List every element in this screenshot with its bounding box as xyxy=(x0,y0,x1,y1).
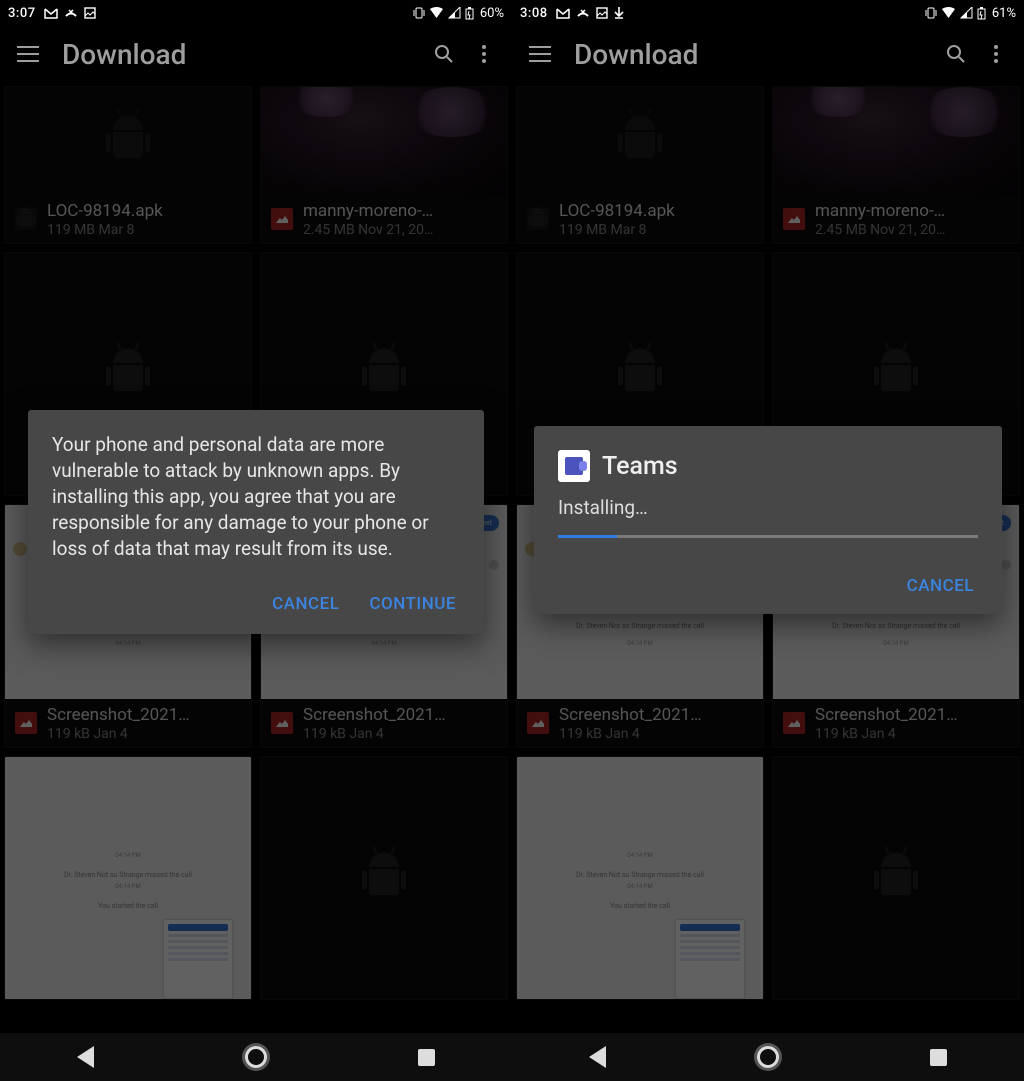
status-clock: 3:08 xyxy=(520,6,548,21)
nav-home-button[interactable] xyxy=(234,1035,278,1079)
page-title: Download xyxy=(62,38,424,71)
missed-call-icon xyxy=(576,8,590,19)
nav-recent-button[interactable] xyxy=(405,1035,449,1079)
missed-call-icon xyxy=(64,8,78,19)
install-warning-dialog: Your phone and personal data are more vu… xyxy=(28,410,484,634)
nav-recent-button[interactable] xyxy=(917,1035,961,1079)
hamburger-icon[interactable] xyxy=(520,34,560,74)
app-bar: Download xyxy=(512,26,1024,82)
battery-icon xyxy=(977,7,986,20)
signal-icon xyxy=(960,7,973,19)
image-notif-icon xyxy=(596,7,608,19)
status-bar: 3:07 60% xyxy=(0,0,512,26)
battery-percent: 60% xyxy=(480,6,504,21)
gmail-icon xyxy=(556,8,570,19)
nav-back-button[interactable] xyxy=(63,1035,107,1079)
image-notif-icon xyxy=(84,7,96,19)
status-bar: 3:08 61% xyxy=(512,0,1024,26)
phone-right: 3:08 61% Download LOC-98194.apk xyxy=(512,0,1024,1081)
nav-back-button[interactable] xyxy=(575,1035,619,1079)
cancel-button[interactable]: CANCEL xyxy=(268,586,343,622)
cancel-button[interactable]: CANCEL xyxy=(903,568,978,604)
app-bar: Download xyxy=(0,26,512,82)
page-title: Download xyxy=(574,38,936,71)
install-app-name: Teams xyxy=(602,452,678,481)
battery-icon xyxy=(465,7,474,20)
install-status: Installing… xyxy=(534,496,1002,519)
vibrate-icon xyxy=(925,7,937,19)
more-icon[interactable] xyxy=(464,34,504,74)
install-progress xyxy=(558,535,978,538)
wifi-icon xyxy=(429,7,444,19)
hamburger-icon[interactable] xyxy=(8,34,48,74)
more-icon[interactable] xyxy=(976,34,1016,74)
navigation-bar xyxy=(0,1033,512,1081)
search-icon[interactable] xyxy=(424,34,464,74)
vibrate-icon xyxy=(413,7,425,19)
continue-button[interactable]: CONTINUE xyxy=(365,586,460,622)
dialog-body: Your phone and personal data are more vu… xyxy=(52,432,460,562)
status-clock: 3:07 xyxy=(8,6,36,21)
download-notif-icon xyxy=(614,7,624,19)
signal-icon xyxy=(448,7,461,19)
battery-percent: 61% xyxy=(992,6,1016,21)
search-icon[interactable] xyxy=(936,34,976,74)
wifi-icon xyxy=(941,7,956,19)
teams-app-icon xyxy=(558,450,590,482)
gmail-icon xyxy=(44,8,58,19)
nav-home-button[interactable] xyxy=(746,1035,790,1079)
navigation-bar xyxy=(512,1033,1024,1081)
phone-left: 3:07 60% Download LOC-98194.apk xyxy=(0,0,512,1081)
installing-dialog: Teams Installing… CANCEL xyxy=(534,426,1002,614)
